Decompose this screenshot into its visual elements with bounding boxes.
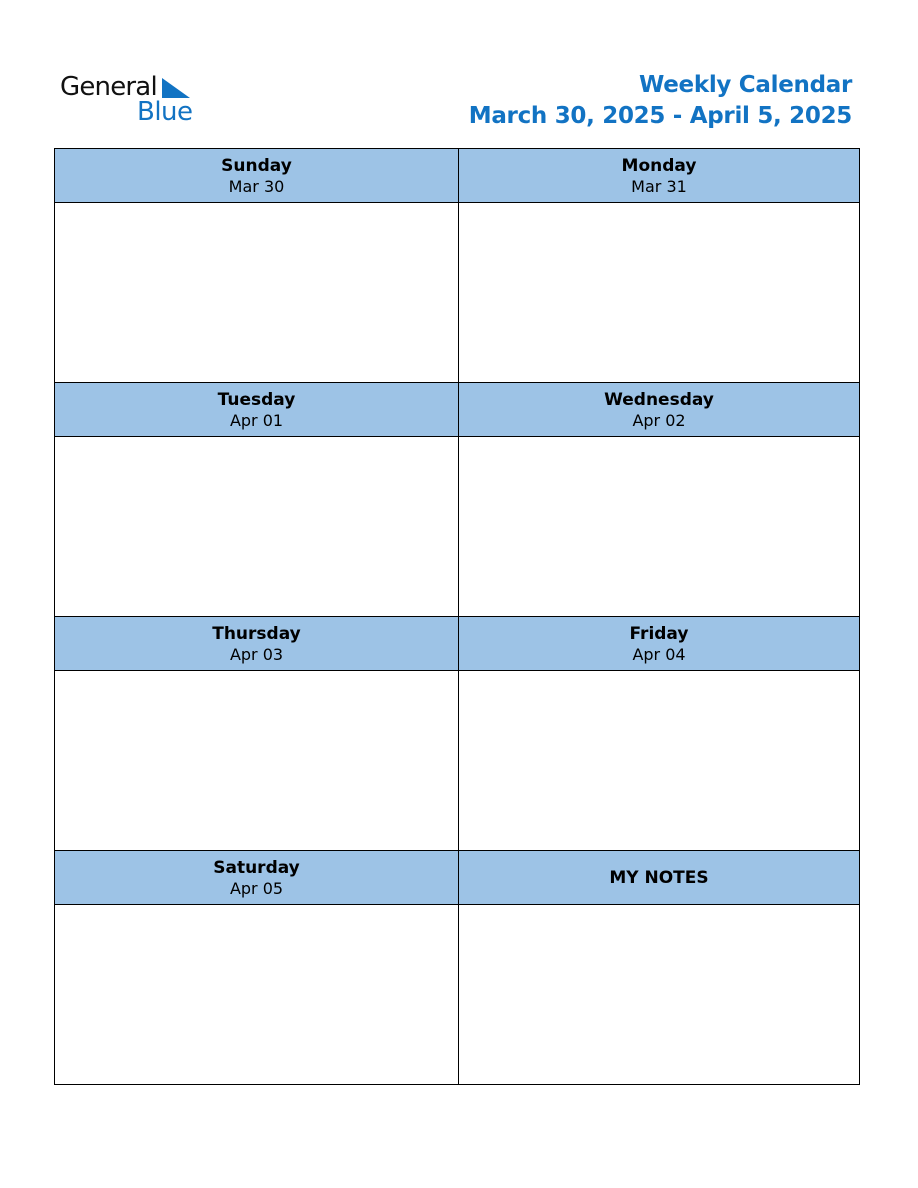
day-date: Apr 05 xyxy=(229,878,284,898)
day-date: Apr 02 xyxy=(632,410,686,430)
day-header-tuesday: Tuesday Apr 01 xyxy=(55,383,458,437)
day-name: Wednesday xyxy=(604,389,714,410)
day-name: Saturday xyxy=(213,857,300,878)
day-name: Tuesday xyxy=(217,389,296,410)
day-header-saturday: Saturday Apr 05 xyxy=(55,851,458,905)
day-body-thursday[interactable] xyxy=(55,671,458,851)
notes-header: MY NOTES xyxy=(459,851,859,905)
day-date: Mar 30 xyxy=(228,176,285,196)
date-range: March 30, 2025 - April 5, 2025 xyxy=(468,103,853,129)
day-body-tuesday[interactable] xyxy=(55,437,458,617)
day-name: Sunday xyxy=(221,155,292,176)
day-date: Apr 01 xyxy=(229,410,284,430)
day-name: Friday xyxy=(629,623,689,644)
day-date: Apr 03 xyxy=(229,644,284,664)
day-header-thursday: Thursday Apr 03 xyxy=(55,617,458,671)
day-header-monday: Monday Mar 31 xyxy=(459,149,859,203)
day-header-wednesday: Wednesday Apr 02 xyxy=(459,383,859,437)
page-title: Weekly Calendar March 30, 2025 - April 5… xyxy=(468,70,853,133)
notes-body[interactable] xyxy=(459,905,859,1084)
day-header-friday: Friday Apr 04 xyxy=(459,617,859,671)
day-date: Apr 04 xyxy=(632,644,686,664)
day-body-wednesday[interactable] xyxy=(459,437,859,617)
day-name: Thursday xyxy=(212,623,301,644)
day-body-friday[interactable] xyxy=(459,671,859,851)
calendar-grid: Sunday Mar 30 Monday Mar 31 Tuesday Apr … xyxy=(54,148,860,1085)
notes-label: MY NOTES xyxy=(609,867,709,888)
logo: General Blue xyxy=(60,72,200,128)
triangle-icon xyxy=(162,78,190,98)
calendar-title: Weekly Calendar xyxy=(638,72,852,98)
day-date: Mar 31 xyxy=(631,176,687,196)
day-header-sunday: Sunday Mar 30 xyxy=(55,149,458,203)
day-body-sunday[interactable] xyxy=(55,203,458,383)
day-body-saturday[interactable] xyxy=(55,905,458,1084)
logo-blue-text: Blue xyxy=(137,97,193,127)
day-name: Monday xyxy=(621,155,697,176)
day-body-monday[interactable] xyxy=(459,203,859,383)
